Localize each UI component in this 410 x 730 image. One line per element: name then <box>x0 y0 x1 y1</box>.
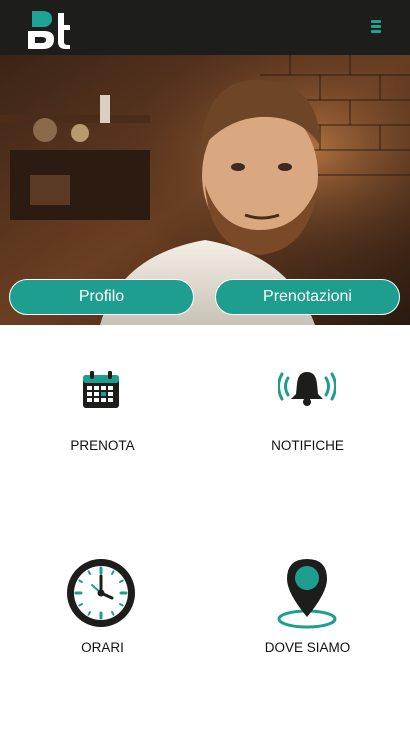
bookings-button[interactable]: Prenotazioni <box>215 279 400 315</box>
tile-location-label: DOVE SIAMO <box>264 640 351 655</box>
bt-logo-icon[interactable] <box>26 9 72 51</box>
tile-location[interactable]: DOVE SIAMO <box>205 556 410 666</box>
tile-hours[interactable]: ORARI <box>0 556 205 666</box>
top-bar <box>0 0 410 55</box>
map-pin-icon <box>277 559 337 629</box>
calendar-icon <box>83 371 119 408</box>
clock-icon <box>67 559 135 627</box>
tile-book-label: PRENOTA <box>70 438 135 453</box>
bell-ringing-icon <box>278 372 336 406</box>
hamburger-menu-icon[interactable] <box>366 15 386 37</box>
profile-button[interactable]: Profilo <box>9 279 194 315</box>
tile-notifications-label: NOTIFICHE <box>271 438 344 453</box>
tile-hours-label: ORARI <box>81 640 124 655</box>
tile-notifications[interactable]: NOTIFICHE <box>205 360 410 470</box>
tile-book[interactable]: PRENOTA <box>0 360 205 470</box>
